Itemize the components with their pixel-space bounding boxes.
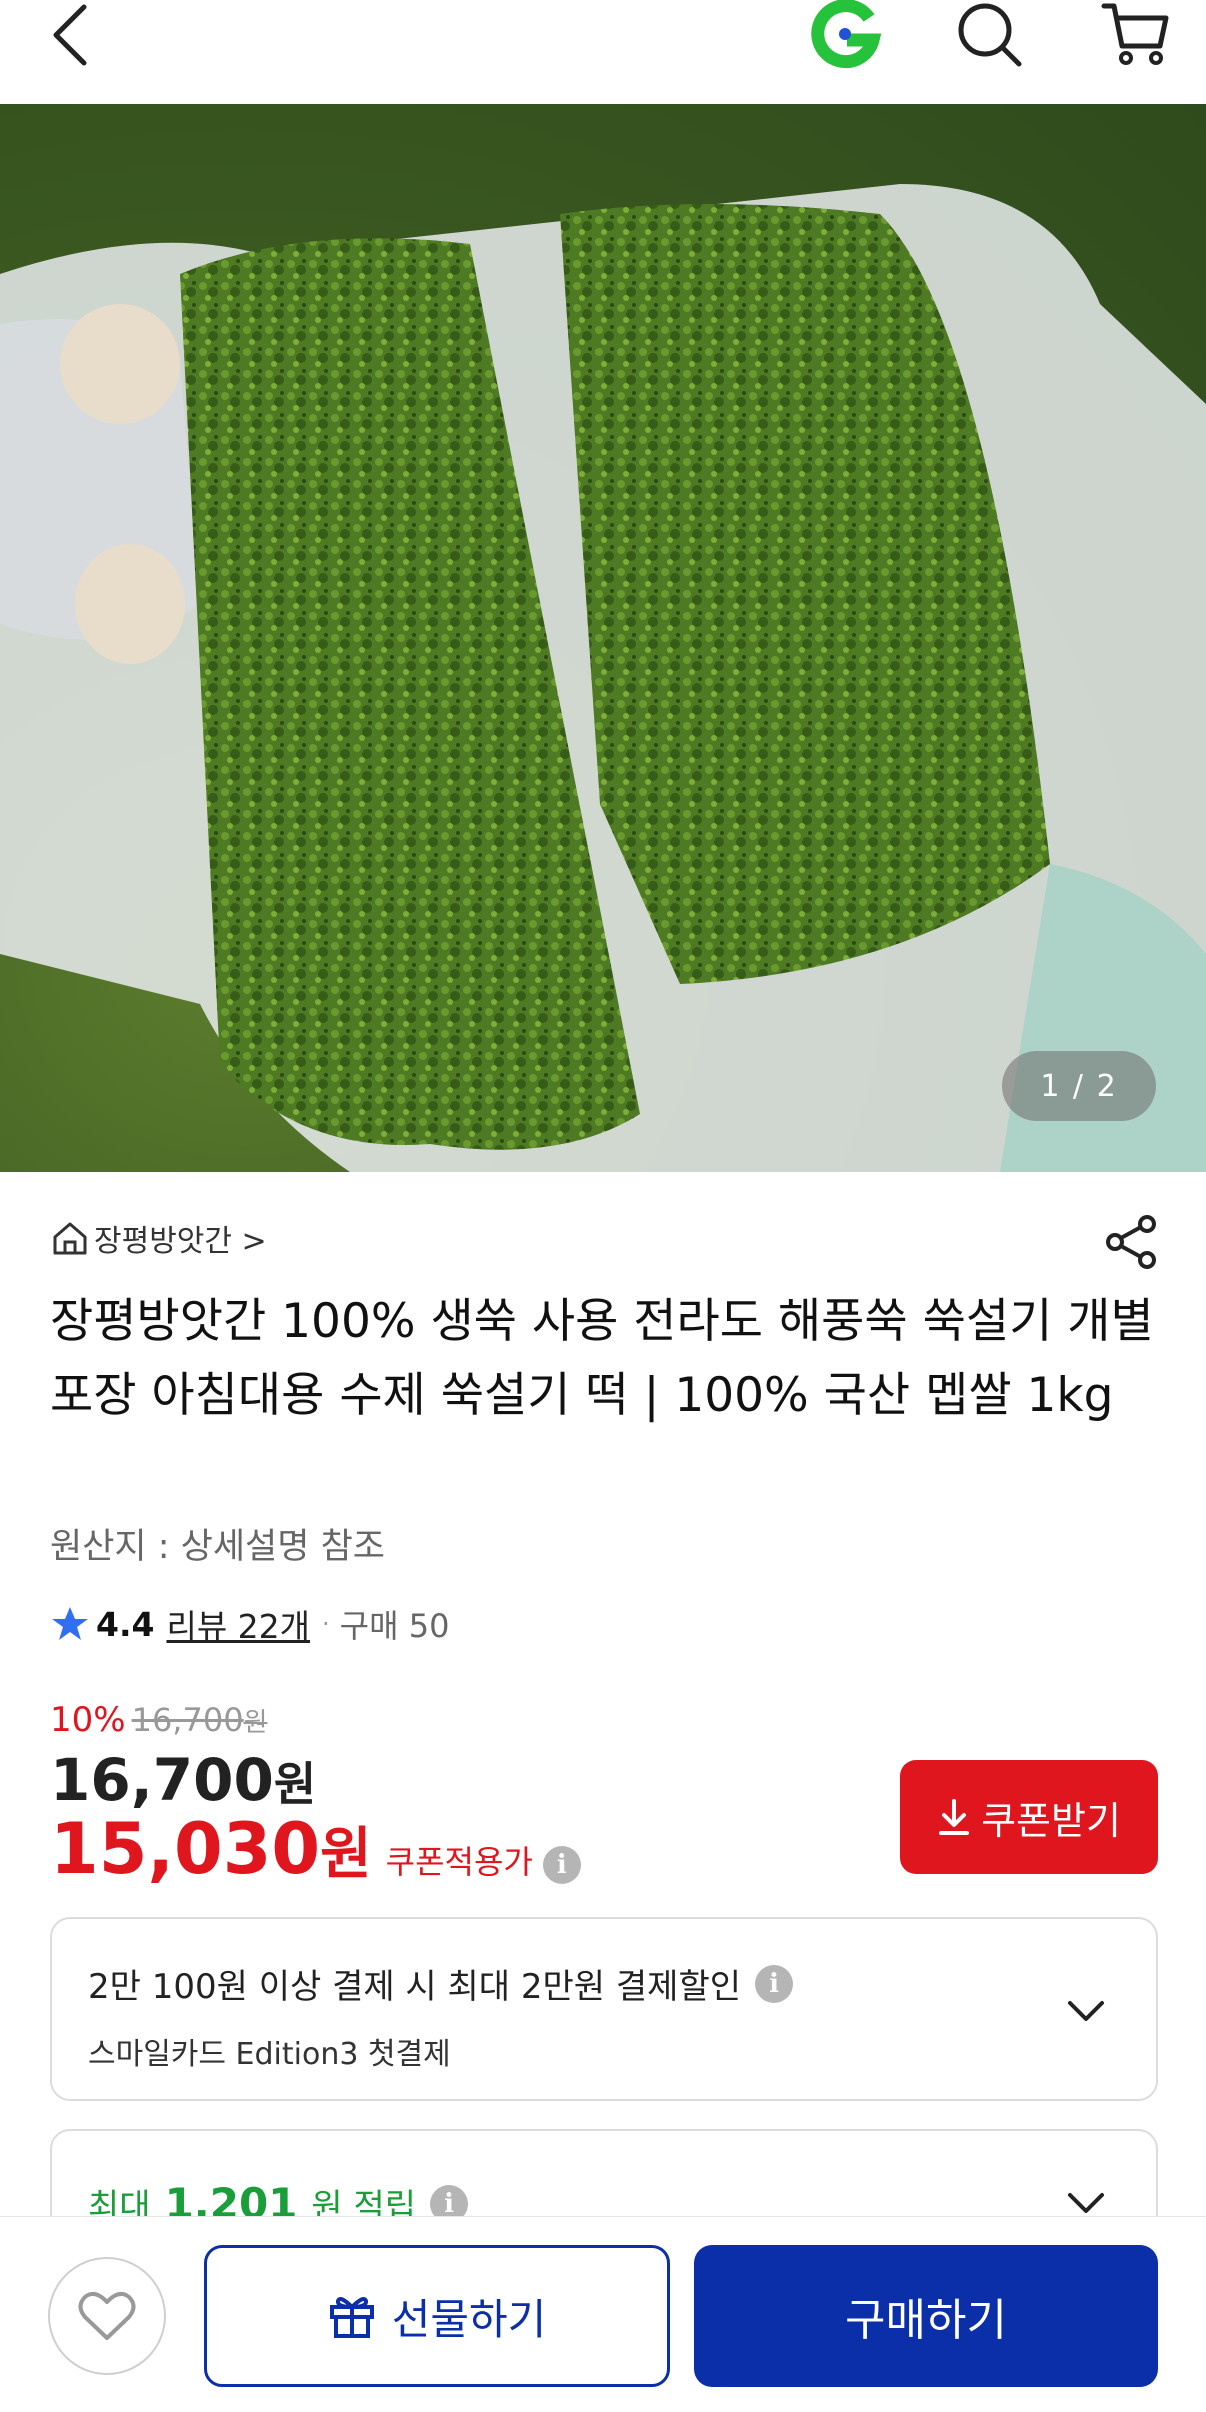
coupon-price-value: 15,030	[50, 1808, 321, 1890]
top-bar	[0, 0, 1206, 104]
store-link[interactable]: 장평방앗간 >	[50, 1216, 267, 1260]
purchase-count: 구매 50	[339, 1607, 450, 1645]
card-discount-text: 2만 100원 이상 결제 시 최대 2만원 결제할인	[88, 1967, 742, 2007]
card-name: 스마일카드 Edition3 첫결제	[88, 2037, 451, 2072]
gift-icon	[329, 2297, 374, 2338]
card-discount-main: 2만 100원 이상 결제 시 최대 2만원 결제할인 i	[88, 1959, 794, 2008]
product-image[interactable]: 1 / 2	[0, 104, 1206, 1172]
sale-price-value: 16,700	[50, 1746, 274, 1814]
g-logo-icon[interactable]	[800, 0, 890, 70]
card-discount-benefit[interactable]: 2만 100원 이상 결제 시 최대 2만원 결제할인 i 스마일카드 Edit…	[50, 1917, 1158, 2101]
sale-price-unit: 원	[273, 1757, 317, 1811]
discount-rate: 10%	[50, 1700, 126, 1740]
chevron-down-icon[interactable]	[1064, 1989, 1108, 2033]
download-icon	[939, 1799, 970, 1835]
coupon-download-label: 쿠폰받기	[981, 1798, 1121, 1843]
separator-dot: ·	[322, 1610, 330, 1638]
cart-icon	[1101, 3, 1169, 65]
original-price: 16,700	[131, 1701, 244, 1739]
rating-row: 4.4 리뷰 22개 · 구매 50	[50, 1600, 449, 1648]
buy-button[interactable]: 구매하기	[694, 2245, 1158, 2387]
product-photo	[0, 184, 1206, 1172]
cart-button[interactable]	[1095, 0, 1175, 70]
sale-price: 16,700 원	[50, 1746, 316, 1814]
product-origin: 원산지 : 상세설명 참조	[50, 1527, 385, 1567]
image-pager: 1 / 2	[1002, 1051, 1156, 1121]
bottom-action-bar: 선물하기 구매하기	[0, 2216, 1206, 2412]
coupon-download-button[interactable]: 쿠폰받기	[900, 1760, 1158, 1874]
coupon-price: 15,030 원 쿠폰적용가 i	[50, 1808, 581, 1890]
share-icon	[1106, 1215, 1156, 1269]
search-icon	[958, 3, 1022, 67]
back-button[interactable]	[40, 0, 100, 70]
search-button[interactable]	[950, 0, 1030, 70]
discount-row: 10% 16,700 원	[50, 1700, 267, 1740]
review-link[interactable]: 리뷰 22개	[166, 1600, 310, 1648]
chevron-left-icon	[53, 4, 87, 66]
home-icon	[53, 1222, 87, 1255]
heart-icon	[78, 2291, 136, 2340]
original-price-unit: 원	[243, 1708, 268, 1738]
product-title: 장평방앗간 100% 생쑥 사용 전라도 해풍쑥 쑥설기 개별포장 아침대용 수…	[50, 1294, 1154, 1423]
wishlist-button[interactable]	[48, 2257, 166, 2375]
rating-score: 4.4	[96, 1604, 155, 1644]
coupon-price-unit: 원	[320, 1822, 372, 1887]
share-button[interactable]	[1103, 1214, 1159, 1270]
buy-label: 구매하기	[845, 2295, 1007, 2346]
info-icon[interactable]: i	[542, 1846, 581, 1884]
gift-button[interactable]: 선물하기	[204, 2245, 670, 2387]
info-icon[interactable]: i	[755, 1964, 794, 2003]
coupon-price-label: 쿠폰적용가	[385, 1843, 533, 1881]
store-name: 장평방앗간 >	[94, 1224, 267, 1259]
star-icon	[52, 1607, 88, 1640]
gift-label: 선물하기	[391, 2294, 547, 2344]
